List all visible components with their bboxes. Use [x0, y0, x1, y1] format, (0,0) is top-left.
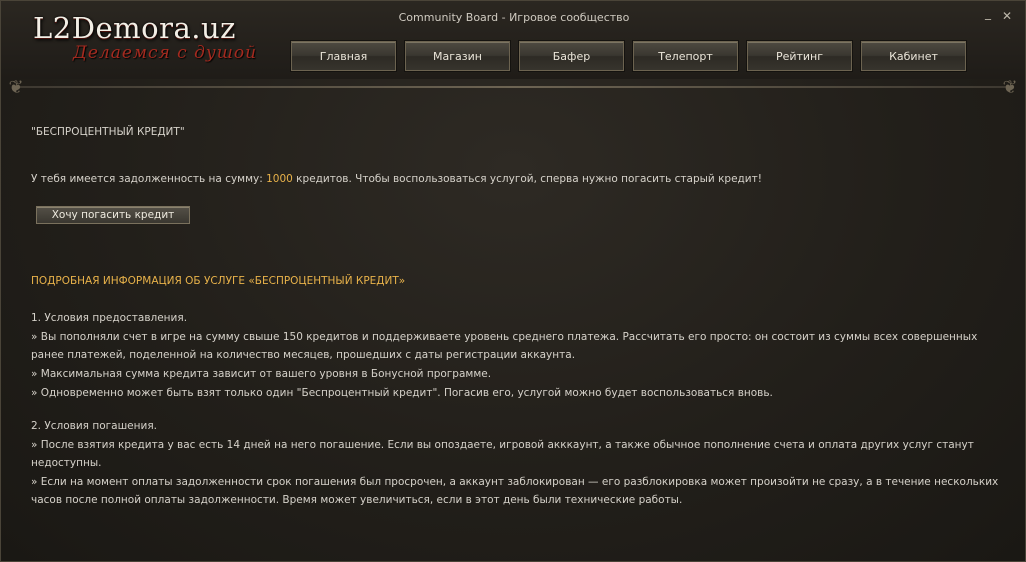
nav-button-shop[interactable]: Магазин: [405, 41, 510, 71]
repayment-section: 2. Условия погашения. » После взятия кре…: [31, 417, 1006, 510]
debt-amount: 1000: [266, 173, 293, 185]
conditions-title: 1. Условия предоставления.: [31, 312, 188, 324]
ornament-corner-icon: ❦: [8, 77, 24, 98]
nav-button-home[interactable]: Главная: [291, 41, 396, 71]
conditions-item: » Одновременно может быть взят только од…: [31, 387, 773, 399]
repayment-item: » Если на момент оплаты задолженности ср…: [31, 476, 999, 506]
conditions-item: » Вы пополняли счет в игре на сумму свыш…: [31, 331, 978, 361]
repay-credit-button[interactable]: Хочу погасить кредит: [36, 206, 190, 224]
content-area: "БЕСПРОЦЕНТНЫЙ КРЕДИТ" У тебя имеется за…: [31, 123, 1006, 506]
minimize-icon[interactable]: _: [981, 6, 995, 20]
nav-button-cabinet[interactable]: Кабинет: [861, 41, 966, 71]
debt-message: У тебя имеется задолженность на сумму: 1…: [31, 170, 762, 188]
logo-tagline: Делаемся с душой: [73, 43, 258, 63]
window-title: Community Board - Игровое сообщество: [398, 11, 630, 24]
conditions-section: 1. Условия предоставления. » Вы пополнял…: [31, 309, 1006, 403]
repayment-title: 2. Условия погашения.: [31, 420, 157, 432]
page-heading: "БЕСПРОЦЕНТНЫЙ КРЕДИТ": [31, 126, 185, 138]
nav-button-teleport[interactable]: Телепорт: [633, 41, 738, 71]
ornament-corner-icon: ❦: [1002, 77, 1018, 98]
close-icon[interactable]: ✕: [1000, 9, 1014, 23]
header: L2Demora.uz Делаемся с душой Community B…: [1, 1, 1025, 79]
nav-button-buffer[interactable]: Бафер: [519, 41, 624, 71]
debt-prefix: У тебя имеется задолженность на сумму:: [31, 173, 267, 185]
header-divider: [15, 86, 1011, 88]
repayment-item: » После взятия кредита у вас есть 14 дне…: [31, 439, 974, 469]
conditions-item: » Максимальная сумма кредита зависит от …: [31, 368, 492, 380]
debt-suffix: кредитов. Чтобы воспользоваться услугой,…: [292, 173, 762, 185]
community-board-window: L2Demora.uz Делаемся с душой Community B…: [0, 0, 1026, 562]
main-nav: Главная Магазин Бафер Телепорт Рейтинг К…: [291, 41, 966, 73]
nav-button-rating[interactable]: Рейтинг: [747, 41, 852, 71]
info-title: ПОДРОБНАЯ ИНФОРМАЦИЯ ОБ УСЛУГЕ «БЕСПРОЦЕ…: [31, 275, 406, 287]
